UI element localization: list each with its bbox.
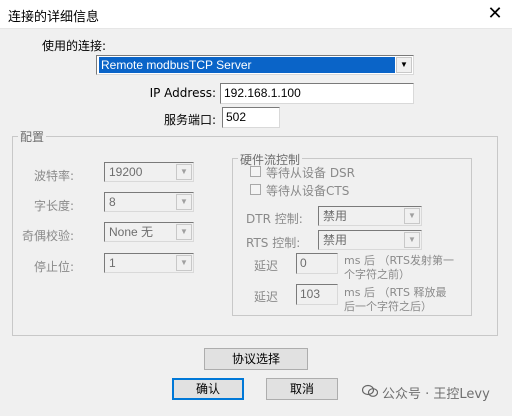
connection-details-dialog: 连接的详细信息 ✕ 使用的连接: Remote modbusTCP Server… <box>0 0 512 416</box>
cts-label: 等待从设备CTS <box>266 184 350 198</box>
title-bar: 连接的详细信息 ✕ <box>0 0 512 29</box>
close-icon[interactable]: ✕ <box>478 0 512 28</box>
databits-label: 字长度: <box>33 199 74 213</box>
cts-checkbox[interactable] <box>250 184 261 195</box>
connection-select[interactable]: Remote modbusTCP Server ▼ <box>96 55 414 75</box>
cancel-button[interactable]: 取消 <box>266 378 338 400</box>
baud-label: 波特率: <box>33 169 74 183</box>
port-input[interactable]: 502 <box>222 107 280 128</box>
dtr-select[interactable]: 禁用 ▼ <box>318 206 422 226</box>
config-group-title: 配置 <box>18 128 47 145</box>
ip-address-label: IP Address: <box>149 86 216 100</box>
port-label: 服务端口: <box>163 113 216 127</box>
ip-address-input[interactable]: 192.168.1.100 <box>220 83 414 104</box>
delay1-input[interactable]: 0 <box>296 253 338 274</box>
dsr-label: 等待从设备 DSR <box>266 166 356 180</box>
watermark-text: 公众号 · 王控Levy <box>382 387 490 402</box>
delay1-label: 延迟 <box>254 259 279 273</box>
connection-selected-value: Remote modbusTCP Server <box>99 57 395 73</box>
chevron-down-icon[interactable]: ▼ <box>404 208 420 224</box>
chevron-down-icon[interactable]: ▼ <box>176 194 192 210</box>
dsr-checkbox[interactable] <box>250 166 261 177</box>
chevron-down-icon[interactable]: ▼ <box>176 164 192 180</box>
rts-value: 禁用 <box>323 233 348 247</box>
baud-select[interactable]: 19200 ▼ <box>104 162 194 182</box>
stopbits-value: 1 <box>109 256 116 270</box>
databits-select[interactable]: 8 ▼ <box>104 192 194 212</box>
chat-bubble-icon <box>362 384 378 397</box>
parity-label: 奇偶校验: <box>21 229 74 243</box>
window-title: 连接的详细信息 <box>8 10 100 25</box>
connection-label: 使用的连接: <box>42 39 107 53</box>
chevron-down-icon[interactable]: ▼ <box>176 255 192 271</box>
protocol-select-button[interactable]: 协议选择 <box>204 348 308 370</box>
stopbits-label: 停止位: <box>33 260 74 274</box>
delay2-label: 延迟 <box>254 290 279 304</box>
chevron-down-icon[interactable]: ▼ <box>404 232 420 248</box>
baud-value: 19200 <box>109 165 143 179</box>
delay2-input[interactable]: 103 <box>296 284 338 305</box>
delay2-note-line2: 后一个字符之后） <box>344 300 432 313</box>
chevron-down-icon[interactable]: ▼ <box>176 224 192 240</box>
dtr-value: 禁用 <box>323 209 348 223</box>
parity-select[interactable]: None 无 ▼ <box>104 222 194 242</box>
rts-select[interactable]: 禁用 ▼ <box>318 230 422 250</box>
rts-label: RTS 控制: <box>246 236 301 250</box>
delay1-note-line2: 个字符之前） <box>344 268 410 281</box>
parity-value: None 无 <box>109 225 154 239</box>
chevron-down-icon[interactable]: ▼ <box>396 57 412 73</box>
databits-value: 8 <box>109 195 116 209</box>
stopbits-select[interactable]: 1 ▼ <box>104 253 194 273</box>
dtr-label: DTR 控制: <box>246 212 303 226</box>
ok-button[interactable]: 确认 <box>172 378 244 400</box>
